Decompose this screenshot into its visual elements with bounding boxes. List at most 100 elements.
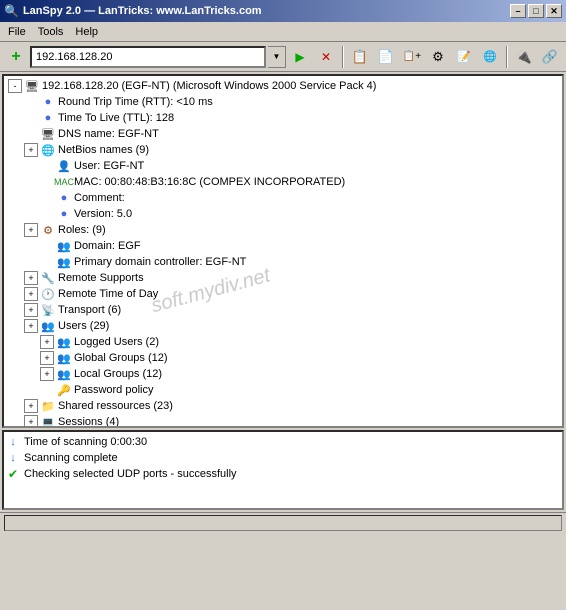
item-label: Logged Users (2) — [74, 336, 159, 348]
tree-panel[interactable]: - 🖥 192.168.128.20 (EGF-NT) (Microsoft W… — [2, 74, 564, 428]
address-dropdown[interactable]: ▼ — [268, 46, 286, 68]
close-button[interactable]: ✕ — [546, 4, 562, 18]
list-item[interactable]: 👤 User: EGF-NT — [6, 158, 560, 174]
expand-icon[interactable]: + — [40, 351, 54, 365]
export-txt-button[interactable]: 📝 — [452, 45, 476, 69]
disconnect-button[interactable]: 🔌 — [512, 45, 536, 69]
item-label: MAC: 00:80:48:B3:16:8C (COMPEX INCORPORA… — [74, 176, 345, 188]
root-expand-icon[interactable]: - — [8, 79, 22, 93]
list-item[interactable]: 👥 Domain: EGF — [6, 238, 560, 254]
item-label: Round Trip Time (RTT): <10 ms — [58, 96, 213, 108]
expand-icon[interactable]: + — [24, 143, 38, 157]
expand-icon[interactable]: + — [24, 319, 38, 333]
item-label: Version: 5.0 — [74, 208, 132, 220]
expand-icon[interactable]: + — [24, 399, 38, 413]
expand-icon[interactable]: + — [24, 415, 38, 428]
list-item[interactable]: ● Version: 5.0 — [6, 206, 560, 222]
pdc-icon: 👥 — [56, 254, 72, 270]
expand-icon[interactable]: + — [24, 287, 38, 301]
main-content: - 🖥 192.168.128.20 (EGF-NT) (Microsoft W… — [0, 72, 566, 512]
log-text: Scanning complete — [24, 452, 118, 464]
item-label: Roles: (9) — [58, 224, 106, 236]
maximize-button[interactable]: □ — [528, 4, 544, 18]
address-input[interactable] — [30, 46, 266, 68]
list-item[interactable]: MAC MAC: 00:80:48:B3:16:8C (COMPEX INCOR… — [6, 174, 560, 190]
list-item[interactable]: + 👥 Users (29) — [6, 318, 560, 334]
scan-options-button[interactable]: ⚙ — [426, 45, 450, 69]
item-label: NetBios names (9) — [58, 144, 149, 156]
list-item[interactable]: ● Round Trip Time (RTT): <10 ms — [6, 94, 560, 110]
expand-icon[interactable]: + — [24, 303, 38, 317]
list-item[interactable]: 🖥 DNS name: EGF-NT — [6, 126, 560, 142]
list-item[interactable]: + 👥 Local Groups (12) — [6, 366, 560, 382]
list-item[interactable]: + 📁 Shared ressources (23) — [6, 398, 560, 414]
item-label: Primary domain controller: EGF-NT — [74, 256, 246, 268]
root-label: 192.168.128.20 (EGF-NT) (Microsoft Windo… — [42, 80, 376, 92]
circle-icon: ● — [40, 110, 56, 126]
log-item: ↓ Time of scanning 0:00:30 — [6, 434, 560, 450]
share-icon: 📁 — [40, 398, 56, 414]
menu-file[interactable]: File — [2, 24, 32, 40]
item-label: Password policy — [74, 384, 153, 396]
item-label: Users (29) — [58, 320, 109, 332]
session-icon: 💻 — [40, 414, 56, 428]
connect-button[interactable]: 🔗 — [538, 45, 562, 69]
menu-bar: File Tools Help — [0, 22, 566, 42]
log-text: Time of scanning 0:00:30 — [24, 436, 147, 448]
roles-icon: ⚙ — [40, 222, 56, 238]
menu-tools[interactable]: Tools — [32, 24, 70, 40]
stop-button[interactable]: ✕ — [314, 45, 338, 69]
expand-icon[interactable]: + — [40, 335, 54, 349]
copy3-button[interactable]: 📋+ — [400, 45, 424, 69]
circle-icon: ● — [40, 94, 56, 110]
log-panel: ↓ Time of scanning 0:00:30 ↓ Scanning co… — [2, 430, 564, 510]
list-item[interactable]: 🔑 Password policy — [6, 382, 560, 398]
root-computer-icon: 🖥 — [24, 78, 40, 94]
dns-icon: 🖥 — [40, 126, 56, 142]
expand-icon[interactable]: + — [24, 271, 38, 285]
status-panel — [4, 515, 562, 531]
window-title: LanSpy 2.0 — LanTricks: www.LanTricks.co… — [23, 5, 262, 17]
item-label: Shared ressources (23) — [58, 400, 173, 412]
menu-help[interactable]: Help — [69, 24, 104, 40]
logged-users-icon: 👥 — [56, 334, 72, 350]
copy2-button[interactable]: 📄 — [374, 45, 398, 69]
item-label: Comment: — [74, 192, 125, 204]
user-icon: 👤 — [56, 158, 72, 174]
list-item[interactable]: + 🕐 Remote Time of Day — [6, 286, 560, 302]
arrow-down-icon: ↓ — [6, 451, 20, 465]
item-label: Sessions (4) — [58, 416, 119, 428]
expand-icon[interactable]: + — [40, 367, 54, 381]
title-bar: 🔍 LanSpy 2.0 — LanTricks: www.LanTricks.… — [0, 0, 566, 22]
go-button[interactable]: ▶ — [288, 45, 312, 69]
list-item[interactable]: + 🔧 Remote Supports — [6, 270, 560, 286]
policy-icon: 🔑 — [56, 382, 72, 398]
time-icon: 🕐 — [40, 286, 56, 302]
add-host-button[interactable]: + — [4, 45, 28, 69]
expand-icon[interactable]: + — [24, 223, 38, 237]
item-label: DNS name: EGF-NT — [58, 128, 159, 140]
export-html-button[interactable]: 🌐 — [478, 45, 502, 69]
toolbar: + ▼ ▶ ✕ 📋 📄 📋+ ⚙ 📝 🌐 🔌 🔗 — [0, 42, 566, 72]
tree-root[interactable]: - 🖥 192.168.128.20 (EGF-NT) (Microsoft W… — [6, 78, 560, 94]
list-item[interactable]: + ⚙ Roles: (9) — [6, 222, 560, 238]
list-item[interactable]: + 📡 Transport (6) — [6, 302, 560, 318]
mac-icon: MAC — [56, 174, 72, 190]
copy1-button[interactable]: 📋 — [348, 45, 372, 69]
circle-icon: ● — [56, 206, 72, 222]
item-label: Remote Supports — [58, 272, 144, 284]
list-item[interactable]: + 👥 Global Groups (12) — [6, 350, 560, 366]
list-item[interactable]: + 🌐 NetBios names (9) — [6, 142, 560, 158]
list-item[interactable]: ● Comment: — [6, 190, 560, 206]
item-label: Local Groups (12) — [74, 368, 162, 380]
global-groups-icon: 👥 — [56, 350, 72, 366]
item-label: Remote Time of Day — [58, 288, 158, 300]
log-text: Checking selected UDP ports - successful… — [24, 468, 237, 480]
minimize-button[interactable]: – — [510, 4, 526, 18]
list-item[interactable]: + 👥 Logged Users (2) — [6, 334, 560, 350]
users-icon: 👥 — [40, 318, 56, 334]
list-item[interactable]: ● Time To Live (TTL): 128 — [6, 110, 560, 126]
remote-support-icon: 🔧 — [40, 270, 56, 286]
list-item[interactable]: + 💻 Sessions (4) — [6, 414, 560, 428]
list-item[interactable]: 👥 Primary domain controller: EGF-NT — [6, 254, 560, 270]
